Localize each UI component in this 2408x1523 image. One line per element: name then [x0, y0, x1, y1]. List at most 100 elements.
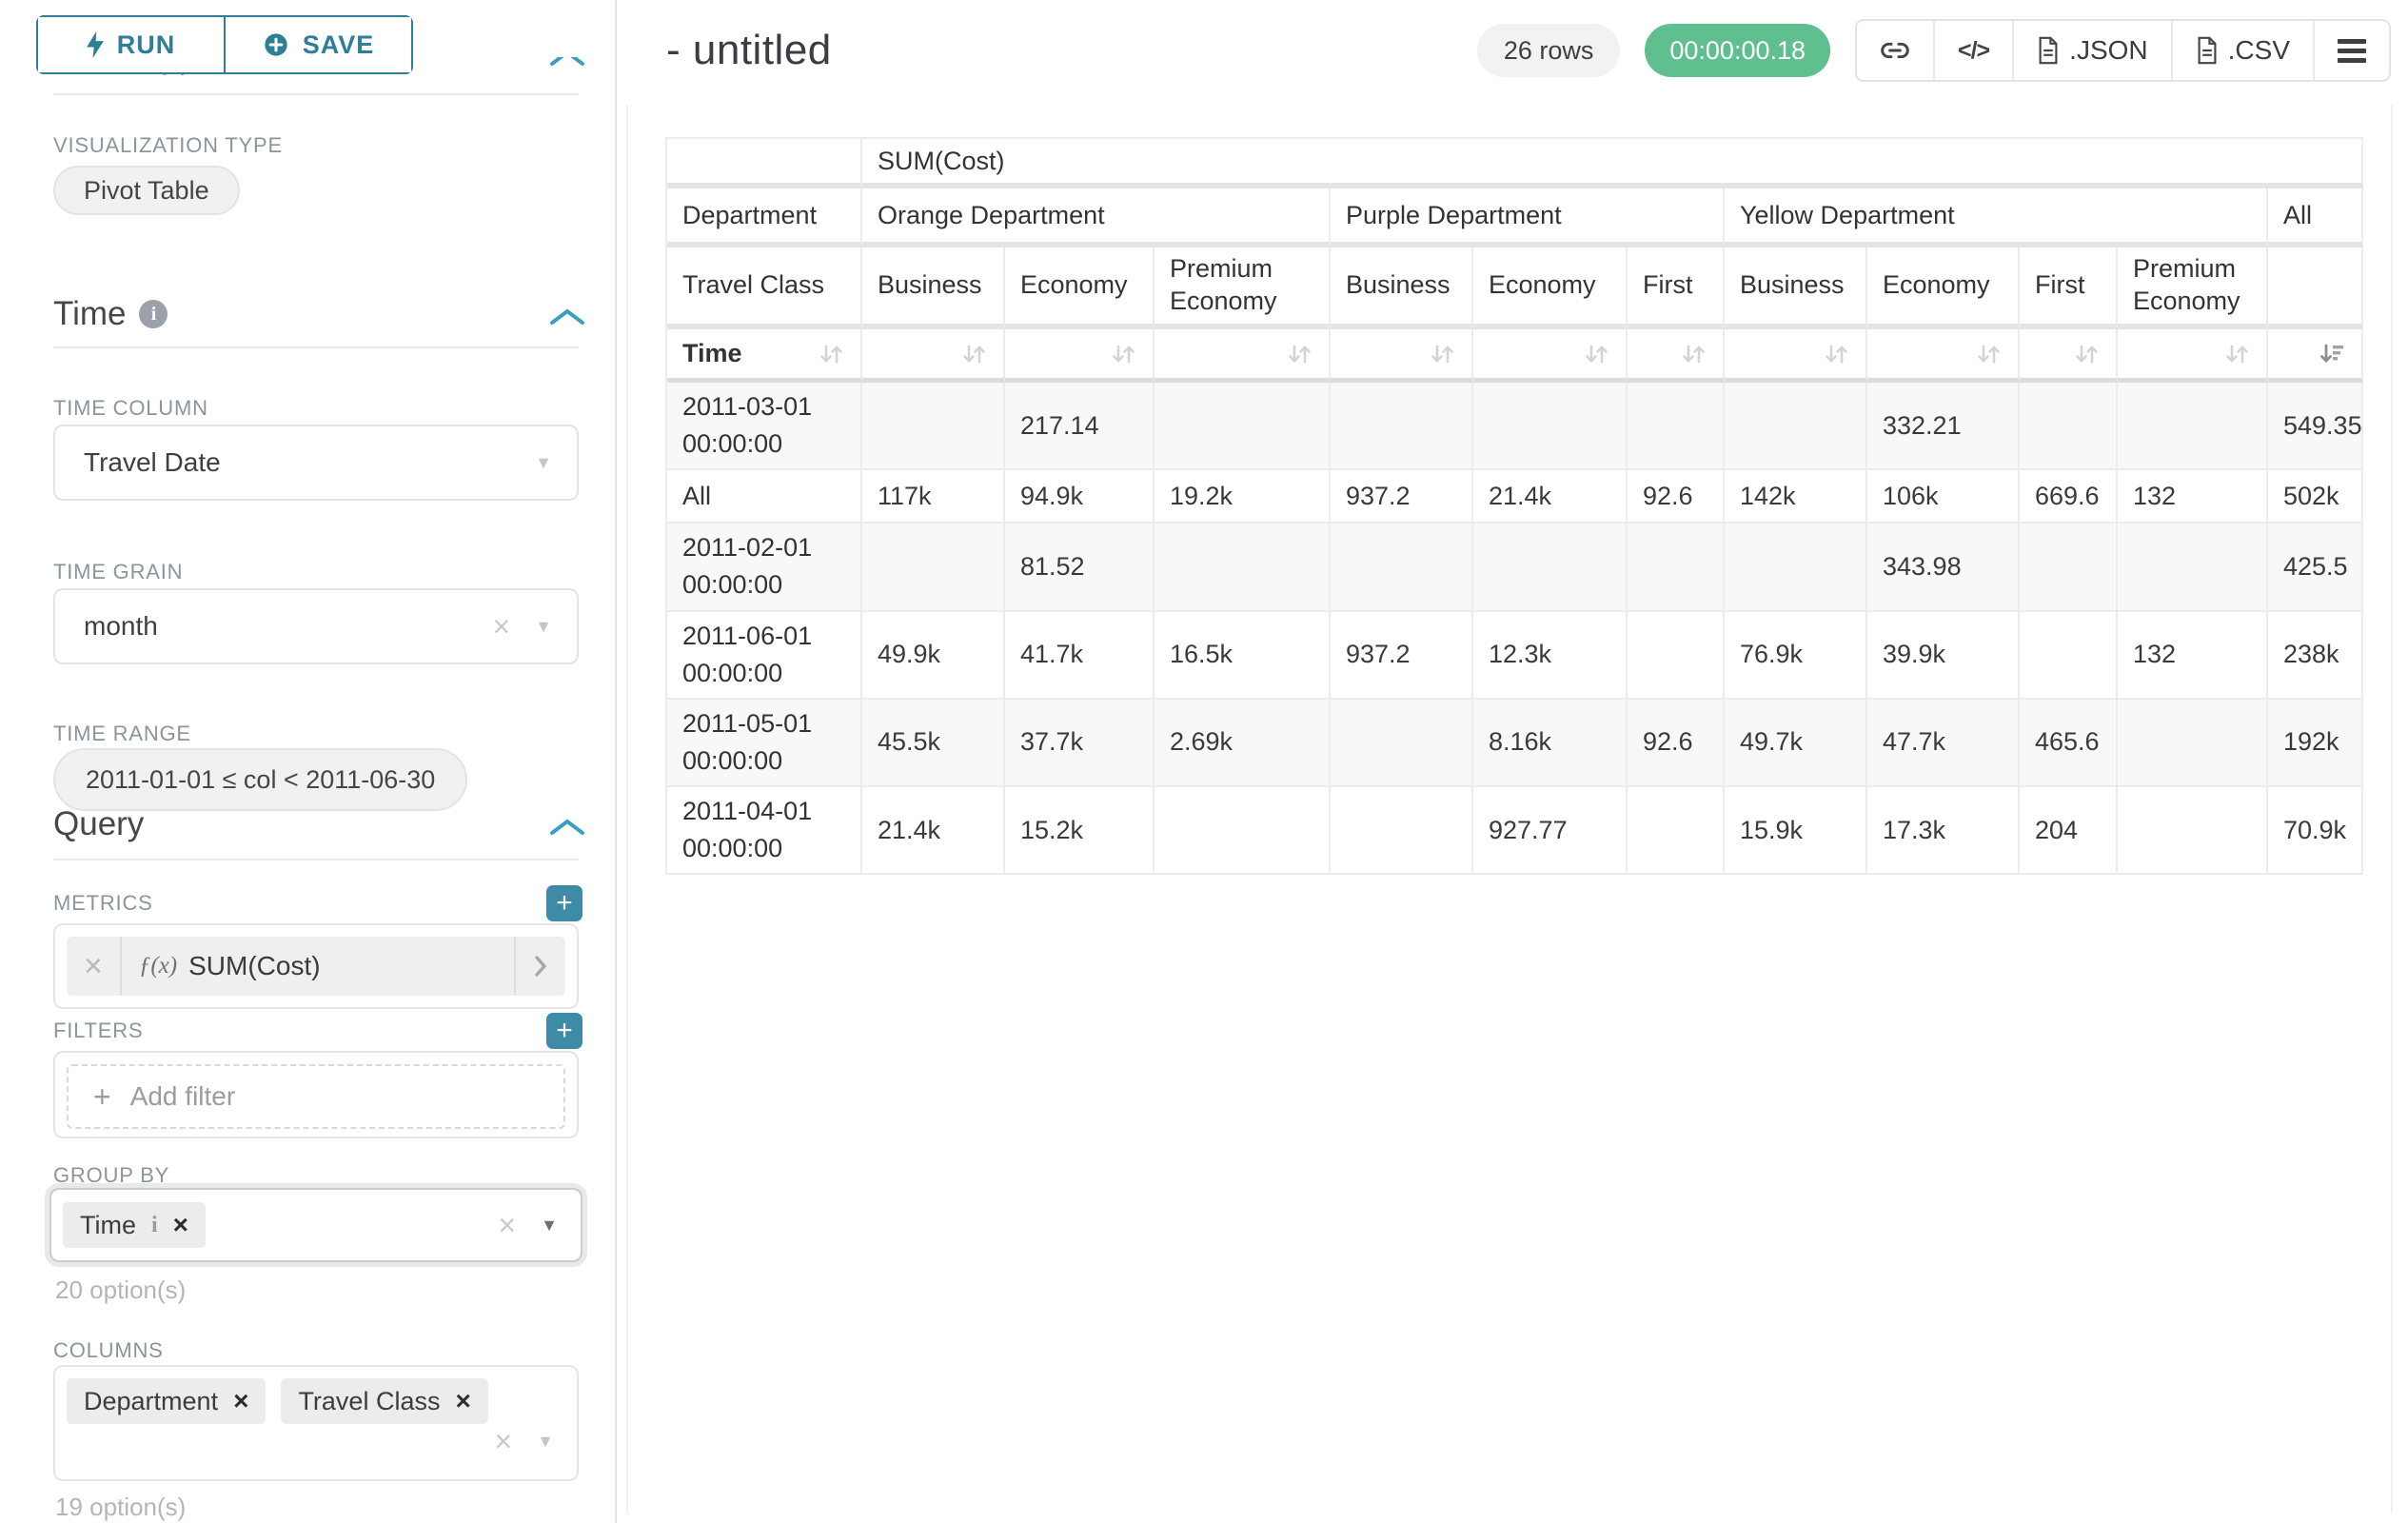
pivot-cell: 70.9k [2268, 787, 2363, 875]
time-column-label: TIME COLUMN [53, 396, 208, 421]
pivot-class-header: Business [1725, 247, 1867, 329]
export-button-group: </> .JSON .CSV [1855, 19, 2391, 82]
pivot-cell: 2.69k [1155, 700, 1331, 787]
pivot-cell [862, 383, 1005, 470]
pivot-cell: 669.6 [2020, 470, 2118, 524]
columns-tag-department[interactable]: Department × [67, 1378, 266, 1424]
time-section-collapse-chevron[interactable] [548, 307, 586, 327]
clear-icon[interactable]: × [498, 1210, 516, 1240]
control-panel-sidebar: Chart Type RUN SAVE VISUALIZATION TYPE [0, 0, 617, 1523]
time-column-select[interactable]: Travel Date ▼ [53, 425, 579, 501]
sort-icon[interactable] [1428, 340, 1456, 368]
pivot-cell: 425.5 [2268, 524, 2363, 611]
sort-icon[interactable] [817, 340, 845, 368]
query-section-collapse-chevron[interactable] [548, 817, 586, 838]
clear-icon[interactable]: × [492, 611, 510, 642]
more-options-button[interactable] [2313, 21, 2389, 80]
columns-select[interactable]: Department × Travel Class × × ▼ [53, 1365, 579, 1481]
pivot-cell [1725, 524, 1867, 611]
pivot-cell [1628, 383, 1725, 470]
remove-tag-icon[interactable]: × [173, 1212, 188, 1238]
save-button-label: SAVE [303, 30, 375, 60]
pivot-cell: 92.6 [1628, 470, 1725, 524]
metric-pill[interactable]: × ƒ(x) SUM(Cost) [67, 937, 565, 996]
caret-down-icon[interactable]: ▼ [535, 453, 552, 473]
view-query-button[interactable]: </> [1933, 21, 2012, 80]
pivot-corner-cell [667, 139, 862, 188]
scroll-track[interactable] [2391, 105, 2393, 1513]
query-section-heading: Query [53, 805, 144, 843]
info-icon: i [151, 1213, 158, 1238]
export-json-button[interactable]: .JSON [2012, 21, 2170, 80]
remove-tag-icon[interactable]: × [233, 1388, 248, 1414]
sort-icon[interactable] [1109, 340, 1137, 368]
viz-type-pill[interactable]: Pivot Table [53, 166, 240, 215]
csv-file-icon [2196, 36, 2219, 65]
time-grain-select[interactable]: month × ▼ [53, 588, 579, 664]
pivot-class-dim-header: Travel Class [667, 247, 862, 329]
chart-title[interactable]: - untitled [666, 27, 832, 74]
run-button[interactable]: RUN [38, 17, 224, 72]
sort-icon[interactable] [1974, 340, 2003, 368]
chart-type-collapse-chevron[interactable] [548, 57, 590, 69]
pivot-cell [1331, 787, 1473, 875]
section-divider [53, 93, 579, 95]
pivot-row-header: 2011-06-01 00:00:00 [667, 612, 862, 700]
export-csv-button[interactable]: .CSV [2171, 21, 2313, 80]
pivot-cell: 132 [2118, 470, 2268, 524]
columns-tag-label: Travel Class [298, 1387, 440, 1416]
run-button-label: RUN [117, 30, 176, 60]
pivot-cell: 15.2k [1005, 787, 1155, 875]
pivot-class-header: Premium Economy [2118, 247, 2268, 329]
group-by-select[interactable]: Time i × × ▼ [49, 1188, 582, 1262]
sort-icon[interactable] [1582, 340, 1610, 368]
pivot-cell: 92.6 [1628, 700, 1725, 787]
sort-icon[interactable] [2222, 340, 2251, 368]
add-filter-button[interactable]: + Add filter [67, 1064, 565, 1129]
metric-expand-button[interactable] [514, 937, 565, 996]
group-by-tag-time[interactable]: Time i × [63, 1202, 206, 1248]
pivot-cell: 192k [2268, 700, 2363, 787]
time-range-pill[interactable]: 2011-01-01 ≤ col < 2011-06-30 [53, 748, 467, 811]
pivot-cell [1628, 524, 1725, 611]
columns-tag-travel-class[interactable]: Travel Class × [281, 1378, 487, 1424]
pivot-row-dim-header: Department [667, 188, 862, 247]
columns-option-count: 19 option(s) [55, 1493, 186, 1522]
chart-panel: - untitled 26 rows 00:00:00.18 </> . [617, 0, 2408, 1523]
save-button[interactable]: SAVE [224, 17, 411, 72]
sort-icon[interactable] [1679, 340, 1707, 368]
function-icon: ƒ(x) [139, 953, 177, 979]
sort-icon[interactable] [2072, 340, 2101, 368]
time-grain-label: TIME GRAIN [53, 560, 183, 584]
pivot-cell: 8.16k [1473, 700, 1628, 787]
pivot-row-header: 2011-05-01 00:00:00 [667, 700, 862, 787]
link-icon [1880, 35, 1910, 66]
query-timer-badge: 00:00:00.18 [1645, 24, 1830, 77]
copy-link-button[interactable] [1857, 21, 1933, 80]
pivot-cell: 41.7k [1005, 612, 1155, 700]
pivot-class-header: First [1628, 247, 1725, 329]
pivot-cell [2118, 700, 2268, 787]
sort-icon[interactable] [959, 340, 988, 368]
add-metric-button[interactable]: + [546, 885, 582, 921]
pivot-cell [2020, 524, 2118, 611]
caret-down-icon[interactable]: ▼ [537, 1432, 554, 1452]
sort-icon[interactable] [1285, 340, 1313, 368]
add-filter-plus-button[interactable]: + [546, 1013, 582, 1049]
remove-tag-icon[interactable]: × [455, 1388, 470, 1414]
sort-desc-icon[interactable] [2318, 340, 2346, 368]
caret-down-icon[interactable]: ▼ [535, 617, 552, 637]
columns-tag-label: Department [84, 1387, 218, 1416]
group-by-label: GROUP BY [53, 1163, 169, 1188]
remove-metric-icon[interactable]: × [67, 937, 122, 996]
pivot-sort-cell [1725, 329, 1867, 383]
pivot-data-row: 2011-04-01 00:00:0021.4k15.2k927.7715.9k… [667, 787, 2363, 875]
clear-icon[interactable]: × [494, 1426, 512, 1456]
caret-down-icon[interactable]: ▼ [541, 1216, 558, 1236]
pivot-cell: 332.21 [1867, 383, 2020, 470]
pivot-sort-cell [2020, 329, 2118, 383]
pivot-cell [1331, 383, 1473, 470]
plus-icon: + [93, 1079, 111, 1115]
pivot-class-header: Economy [1005, 247, 1155, 329]
sort-icon[interactable] [1822, 340, 1850, 368]
